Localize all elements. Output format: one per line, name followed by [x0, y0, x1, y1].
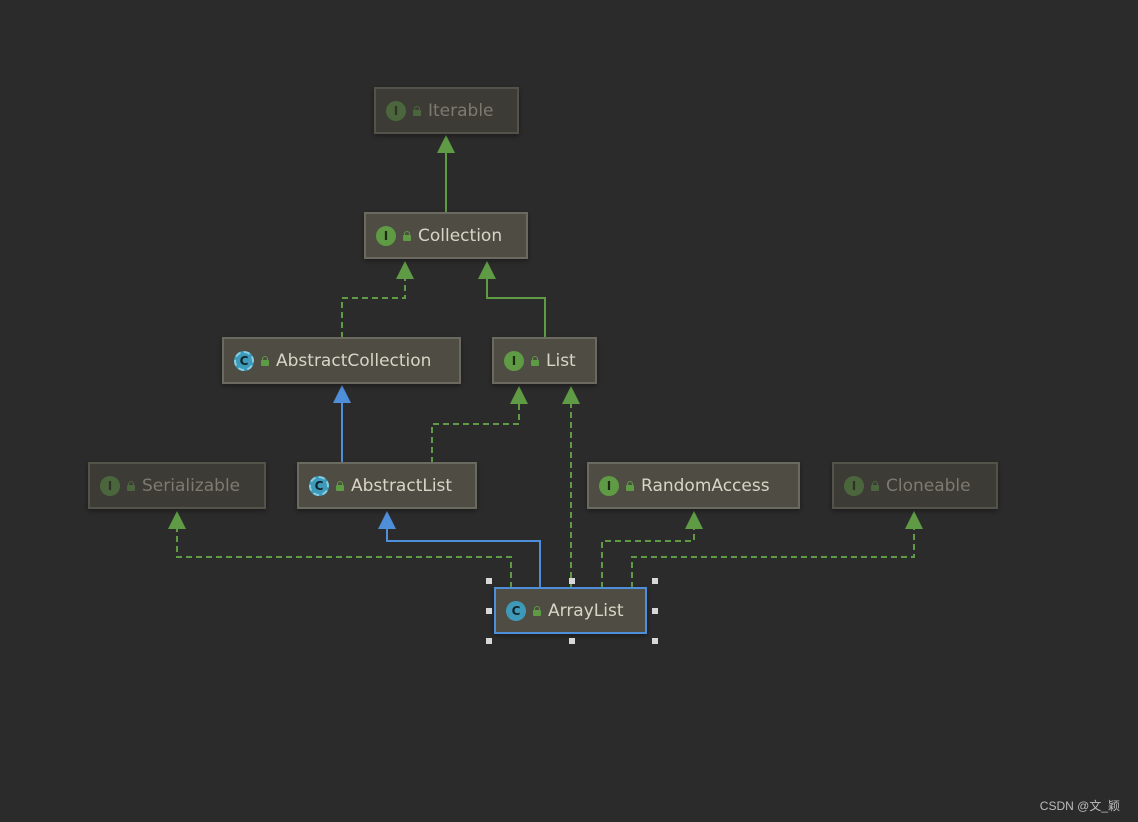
edge-arraylist-abstractlist — [378, 511, 541, 588]
selection-handle-top-center[interactable] — [569, 578, 575, 584]
watermark: CSDN @文_颖 — [1039, 799, 1120, 813]
node-array-list[interactable]: C ArrayList — [494, 587, 647, 634]
abstract-class-icon: C — [234, 350, 254, 371]
node-label: Serializable — [142, 475, 241, 496]
lock-icon — [870, 480, 880, 491]
edge-abstractlist-abstractcollection — [333, 385, 351, 463]
node-iterable[interactable]: I Iterable — [374, 87, 519, 134]
edge-collection-iterable — [437, 135, 455, 213]
node-random-access[interactable]: I RandomAccess — [587, 462, 800, 509]
interface-icon: I — [376, 225, 396, 246]
selection-handle-bottom-center[interactable] — [569, 638, 575, 644]
abstract-class-icon: C — [309, 475, 329, 496]
node-cloneable[interactable]: I Cloneable — [832, 462, 998, 509]
node-label: AbstractList — [351, 475, 453, 496]
edge-abstractcollection-collection — [341, 261, 414, 338]
lock-icon — [530, 355, 540, 366]
edge-abstractlist-list — [431, 386, 528, 463]
node-label: RandomAccess — [641, 475, 770, 496]
node-label: Cloneable — [886, 475, 971, 496]
class-icon: C — [506, 600, 526, 621]
interface-icon: I — [386, 100, 406, 121]
interface-icon: I — [100, 475, 120, 496]
node-label: AbstractCollection — [276, 350, 432, 371]
node-label: Iterable — [428, 100, 494, 121]
selection-handle-top-right[interactable] — [652, 578, 658, 584]
selection-handle-middle-left[interactable] — [486, 608, 492, 614]
interface-icon: I — [599, 475, 619, 496]
lock-icon — [260, 355, 270, 366]
edge-arraylist-cloneable — [631, 511, 923, 588]
node-list[interactable]: I List — [492, 337, 597, 384]
interface-icon: I — [844, 475, 864, 496]
lock-icon — [402, 230, 412, 241]
lock-icon — [335, 480, 345, 491]
lock-icon — [412, 105, 422, 116]
edge-arraylist-randomaccess — [601, 511, 703, 588]
selection-handle-top-left[interactable] — [486, 578, 492, 584]
node-abstract-collection[interactable]: C AbstractCollection — [222, 337, 461, 384]
selection-handle-bottom-right[interactable] — [652, 638, 658, 644]
selection-handle-bottom-left[interactable] — [486, 638, 492, 644]
lock-icon — [532, 605, 542, 616]
interface-icon: I — [504, 350, 524, 371]
node-label: List — [546, 350, 576, 371]
node-label: ArrayList — [548, 600, 624, 621]
diagram-edges — [168, 135, 923, 588]
selection-handle-middle-right[interactable] — [652, 608, 658, 614]
edge-list-collection — [478, 261, 546, 338]
node-label: Collection — [418, 225, 503, 246]
node-serializable[interactable]: I Serializable — [88, 462, 266, 509]
edge-arraylist-list — [562, 386, 580, 588]
node-abstract-list[interactable]: C AbstractList — [297, 462, 477, 509]
edge-arraylist-serializable — [168, 511, 512, 588]
lock-icon — [625, 480, 635, 491]
lock-icon — [126, 480, 136, 491]
node-collection[interactable]: I Collection — [364, 212, 528, 259]
